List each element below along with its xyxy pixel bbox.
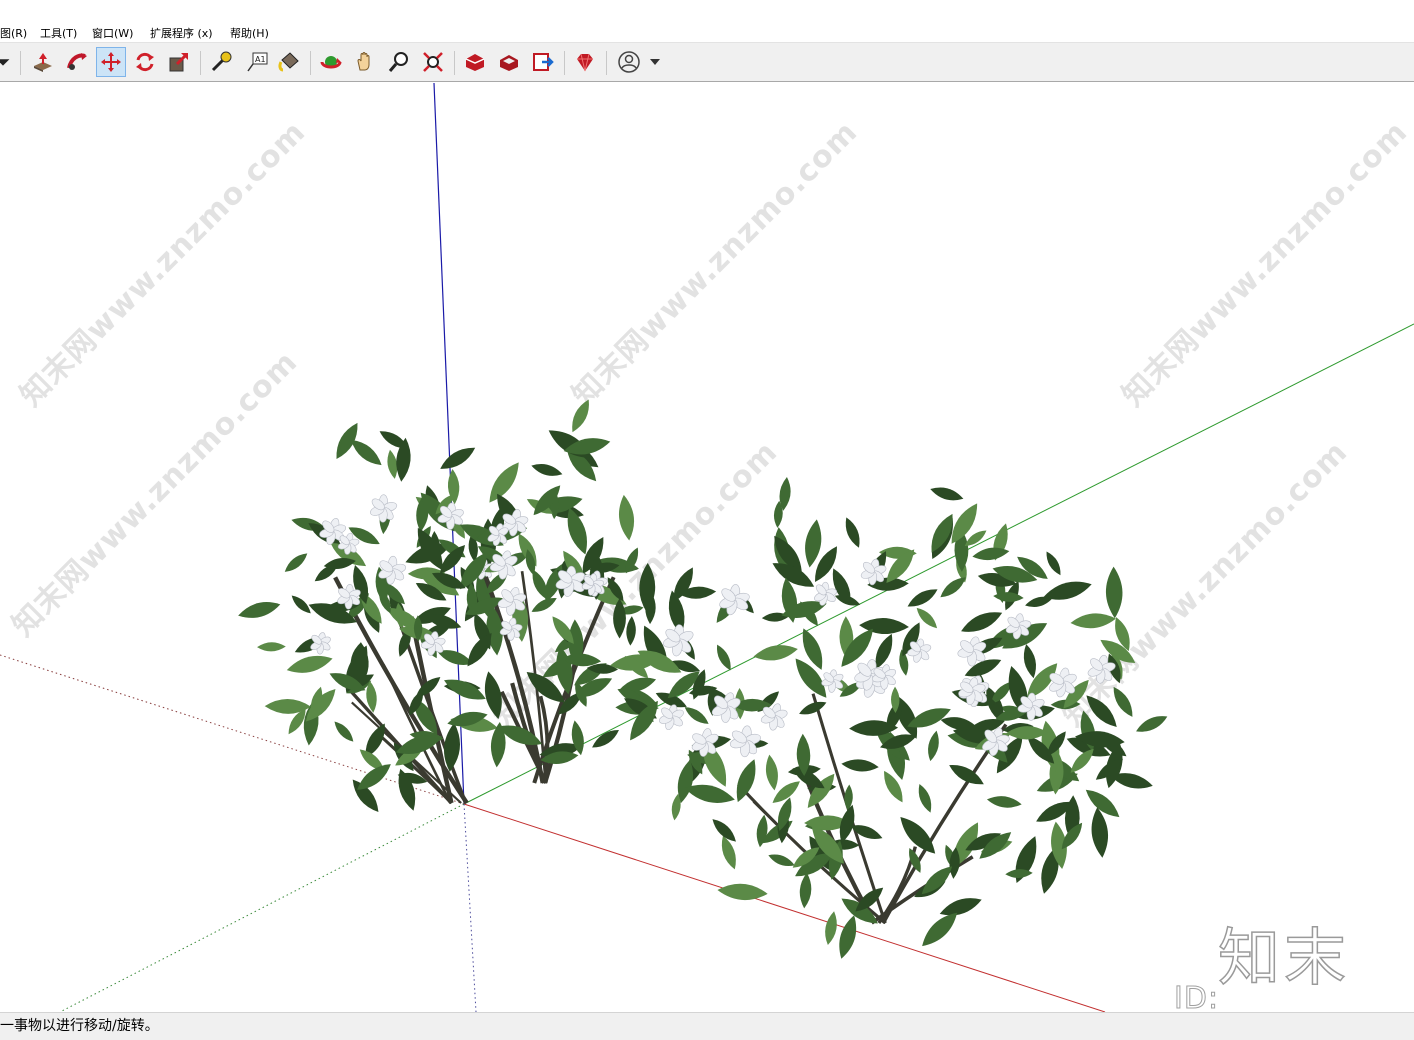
plant-leaf: [291, 595, 311, 614]
plant-flower: [658, 704, 684, 731]
plant-flower: [907, 638, 932, 663]
plant-leaf: [918, 784, 932, 813]
user-account-icon[interactable]: [614, 47, 664, 77]
plant-leaf: [1136, 716, 1168, 732]
move-icon[interactable]: [96, 47, 126, 77]
layout-send-icon[interactable]: [528, 47, 558, 77]
plant-leaf: [684, 707, 709, 724]
plant-flower: [729, 725, 761, 758]
follow-me-icon[interactable]: [62, 47, 92, 77]
menu-window[interactable]: 窗口(W): [92, 25, 133, 41]
plant-leaf: [1023, 644, 1036, 679]
plant-leaf: [717, 883, 768, 900]
plant-leaf: [626, 616, 636, 646]
plant-leaf: [1113, 686, 1133, 717]
plant-leaf: [286, 655, 333, 673]
plant-leaf: [1070, 613, 1116, 629]
plant-leaf: [839, 915, 857, 959]
plant-leaf: [922, 912, 958, 947]
rotate-icon[interactable]: [130, 47, 160, 77]
toolbar-separator: [200, 51, 201, 75]
plant-leaf: [716, 644, 731, 671]
svg-text:A1: A1: [255, 55, 266, 64]
menu-extensions[interactable]: 扩展程序 (x): [150, 25, 213, 41]
plant-leaf: [257, 642, 286, 652]
plant-leaf: [825, 911, 837, 946]
plant-leaf: [238, 602, 281, 618]
plant-leaf: [1015, 836, 1037, 883]
plant-leaf: [907, 589, 938, 607]
plant-leaf: [351, 439, 382, 466]
plant-leaf: [921, 866, 953, 895]
plant-leaf: [799, 872, 812, 909]
menu-view[interactable]: 图(R): [0, 25, 27, 41]
plant-leaf: [531, 464, 563, 476]
tape-measure-icon[interactable]: [206, 47, 236, 77]
plant-leaf: [618, 494, 635, 541]
plant-leaf: [440, 447, 476, 469]
menu-help[interactable]: 帮助(H): [230, 25, 269, 41]
plant-leaf: [928, 730, 939, 762]
zoom-icon[interactable]: [384, 47, 414, 77]
toolbar-separator: [606, 51, 607, 75]
status-bar: 一事物以进行移动/旋转。: [0, 1012, 1414, 1040]
extension-warehouse-icon[interactable]: [494, 47, 524, 77]
plant-leaf: [961, 612, 1003, 632]
brand-id: ID: 1152551516: [1174, 981, 1220, 1013]
jasmine-shrubs[interactable]: [236, 397, 1169, 961]
push-pull-icon[interactable]: [28, 47, 58, 77]
plant-leaf: [1091, 807, 1108, 858]
dropdown-arrow-icon[interactable]: [0, 47, 14, 77]
toolbar-separator: [454, 51, 455, 75]
paint-bucket-icon[interactable]: [274, 47, 304, 77]
plant-leaf: [336, 422, 358, 460]
plant-leaf: [334, 721, 354, 742]
toolbar: A1: [0, 42, 1414, 82]
scene-canvas: [0, 83, 1414, 1012]
toolbar-separator: [564, 51, 565, 75]
green-axis-negative: [59, 803, 465, 1012]
red-axis-negative: [0, 654, 465, 805]
plant-leaf: [765, 754, 778, 791]
plant-leaf: [841, 759, 879, 772]
plant-leaf: [1105, 566, 1123, 619]
pan-icon[interactable]: [350, 47, 380, 77]
plant-leaf: [768, 854, 795, 866]
plant-leaf: [845, 517, 860, 548]
plant-leaf: [444, 679, 486, 700]
menu-tools[interactable]: 工具(T): [40, 25, 77, 41]
3d-warehouse-icon[interactable]: [460, 47, 490, 77]
model-viewport[interactable]: 知末网www.znzmo.com 知末网www.znzmo.com 知末网www…: [0, 83, 1414, 1012]
plant-leaf: [930, 487, 964, 501]
blue-axis: [433, 83, 465, 805]
plant-leaf: [756, 814, 768, 848]
plant-leaf: [799, 701, 827, 715]
plant-leaf: [939, 898, 982, 916]
plant-leaf: [284, 553, 308, 572]
plant-leaf: [986, 796, 1022, 808]
plant-leaf: [572, 399, 589, 433]
orbit-icon[interactable]: [316, 47, 346, 77]
scale-icon[interactable]: [164, 47, 194, 77]
text-icon[interactable]: A1: [242, 47, 272, 77]
blue-axis-negative: [463, 803, 477, 1012]
ruby-console-icon[interactable]: [570, 47, 600, 77]
toolbar-separator: [20, 51, 21, 75]
toolbar-separator: [310, 51, 311, 75]
plant-flower: [370, 494, 398, 523]
plant-leaf: [753, 645, 798, 661]
status-text: 一事物以进行移动/旋转。: [0, 1018, 159, 1034]
plant-leaf: [1046, 551, 1061, 576]
menu-bar: 图(R) 工具(T) 窗口(W) 扩展程序 (x) 帮助(H): [0, 0, 1414, 42]
zoom-extents-icon[interactable]: [418, 47, 448, 77]
plant-leaf: [736, 759, 756, 803]
